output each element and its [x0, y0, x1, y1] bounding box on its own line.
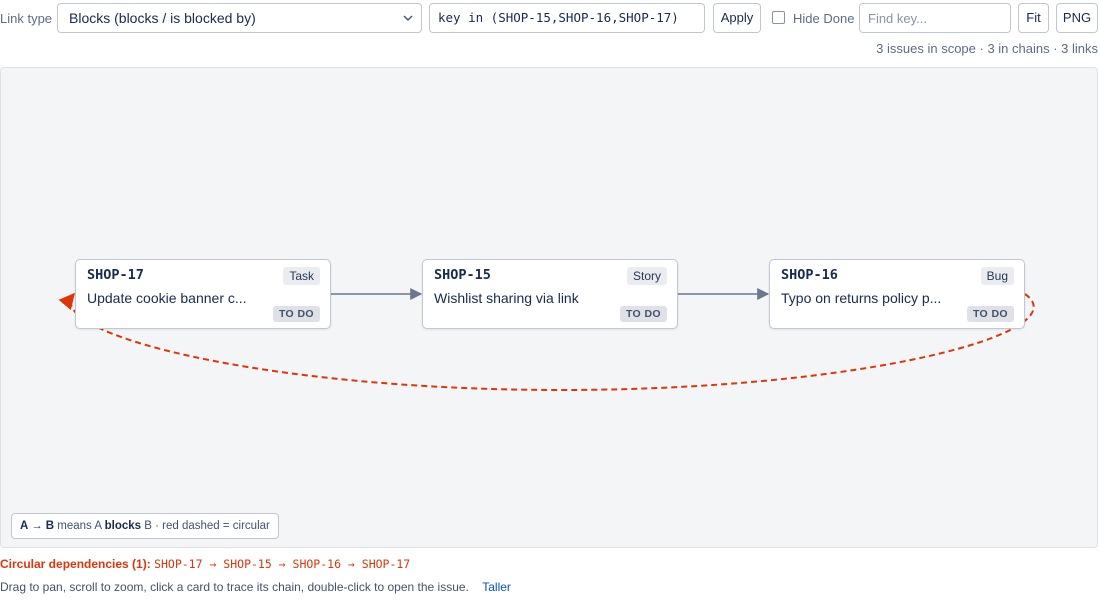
toolbar: Link type Blocks (blocks / is blocked by…: [0, 3, 1100, 33]
graph-legend: A → B means A blocks B · red dashed = ci…: [11, 513, 279, 539]
issue-summary: Update cookie banner c...: [87, 290, 247, 306]
legend-circular-text: B · red dashed = circular: [144, 520, 270, 532]
chevron-down-icon: [403, 15, 413, 21]
taller-link[interactable]: Taller: [482, 580, 511, 594]
issue-key: SHOP-17: [87, 267, 144, 283]
png-export-button[interactable]: PNG: [1056, 3, 1098, 33]
link-type-select[interactable]: Blocks (blocks / is blocked by): [57, 3, 422, 33]
apply-button[interactable]: Apply: [713, 3, 761, 33]
status-badge: TO DO: [619, 306, 667, 322]
fit-button[interactable]: Fit: [1018, 3, 1049, 33]
hide-done-label: Hide Done: [793, 11, 855, 26]
issue-summary: Typo on returns policy p...: [781, 290, 942, 306]
issue-type-badge: Task: [283, 267, 320, 285]
issue-type-badge: Story: [626, 267, 667, 285]
issue-summary: Wishlist sharing via link: [434, 290, 579, 306]
jql-input[interactable]: key in (SHOP-15,SHOP-16,SHOP-17): [429, 3, 705, 33]
circular-dependencies: Circular dependencies (1): SHOP-17 → SHO…: [0, 557, 410, 571]
help-instructions: Drag to pan, scroll to zoom, click a car…: [0, 580, 469, 594]
legend-blocks-text: blocks: [104, 520, 142, 532]
dependency-graph-canvas[interactable]: SHOP-17 Task Update cookie banner c... T…: [0, 67, 1098, 548]
issue-card-shop-15[interactable]: SHOP-15 Story Wishlist sharing via link …: [422, 259, 678, 329]
issue-card-shop-17[interactable]: SHOP-17 Task Update cookie banner c... T…: [75, 259, 331, 329]
legend-means-text: means A: [57, 520, 102, 532]
issue-card-shop-16[interactable]: SHOP-16 Bug Typo on returns policy p... …: [769, 259, 1025, 329]
issue-type-badge: Bug: [980, 267, 1014, 285]
legend-arrow-notation: A → B: [20, 520, 55, 532]
hide-done-checkbox[interactable]: [772, 11, 785, 24]
status-badge: TO DO: [272, 306, 320, 322]
status-badge: TO DO: [966, 306, 1014, 322]
link-type-label: Link type: [0, 11, 53, 26]
scope-summary: 3 issues in scope · 3 in chains · 3 link…: [876, 41, 1098, 56]
find-key-input[interactable]: [859, 3, 1011, 33]
link-type-value: Blocks (blocks / is blocked by): [69, 10, 256, 26]
circular-dependency-path: SHOP-17 → SHOP-15 → SHOP-16 → SHOP-17: [154, 557, 411, 571]
issue-key: SHOP-16: [781, 267, 838, 283]
issue-key: SHOP-15: [434, 267, 491, 283]
circular-dependencies-label: Circular dependencies (1):: [0, 557, 151, 571]
help-text: Drag to pan, scroll to zoom, click a car…: [0, 580, 511, 594]
